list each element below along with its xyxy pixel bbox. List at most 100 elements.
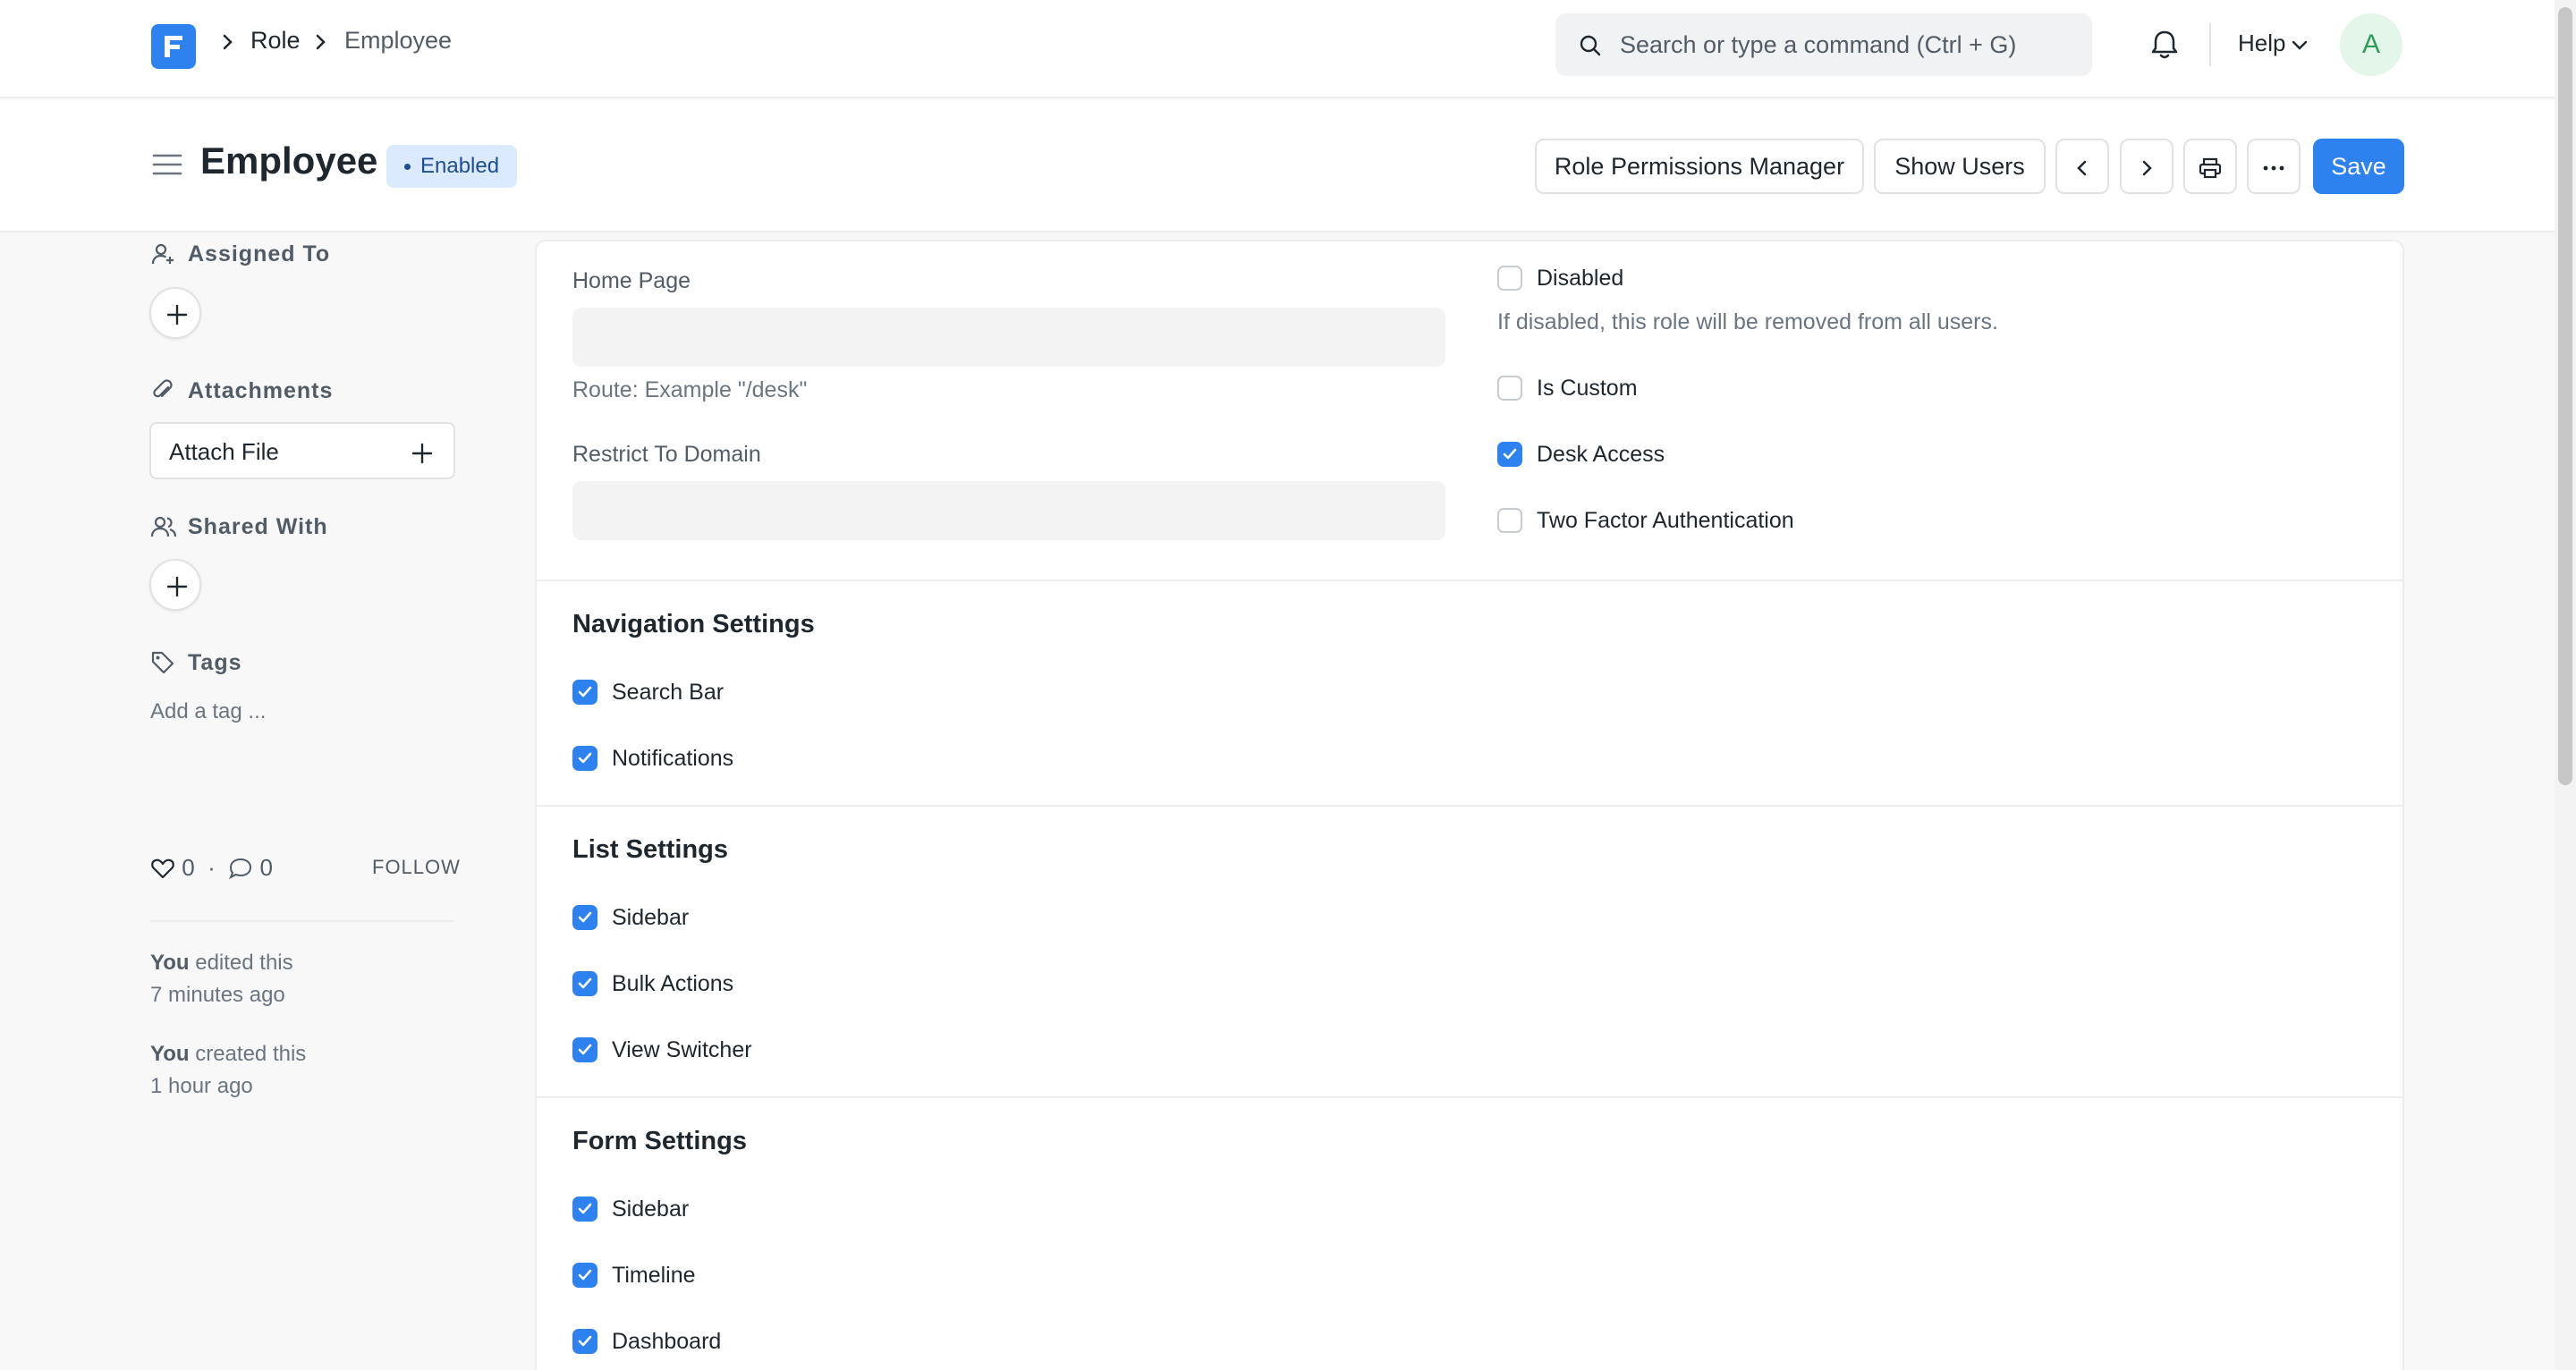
sidebar-divider	[150, 920, 454, 922]
attach-file-label: Attach File	[169, 438, 279, 465]
follow-button[interactable]: FOLLOW	[372, 856, 461, 879]
check-icon	[578, 1044, 592, 1055]
dashboard-checkbox[interactable]	[572, 1329, 597, 1354]
section-divider	[537, 805, 2402, 807]
assigned-to-label: Assigned To	[188, 241, 331, 266]
plus-icon	[166, 304, 188, 326]
disabled-checkbox[interactable]	[1497, 266, 1522, 291]
app-logo-icon[interactable]	[151, 24, 196, 69]
attach-file-button[interactable]: Attach File	[149, 422, 455, 479]
form-card: Home Page Route: Example "/desk" Restric…	[535, 240, 2404, 1370]
more-actions-button[interactable]	[2247, 139, 2301, 194]
search-icon	[1580, 35, 1601, 56]
chevron-right-icon	[2142, 160, 2152, 176]
list-sidebar-label: Sidebar	[612, 905, 690, 930]
is-custom-checkbox[interactable]	[1497, 376, 1522, 401]
section-divider	[537, 579, 2402, 581]
notifications-label: Notifications	[612, 746, 734, 771]
next-record-button[interactable]	[2120, 139, 2174, 194]
check-icon	[578, 1203, 592, 1214]
scrollbar-thumb[interactable]	[2558, 7, 2572, 785]
add-share-button[interactable]	[149, 559, 201, 611]
disabled-label: Disabled	[1537, 266, 1624, 291]
activity-action: edited this	[195, 951, 293, 975]
check-icon	[578, 911, 592, 923]
activity-time: 7 minutes ago	[150, 983, 285, 1007]
likes-comments: 0 · 0	[150, 854, 273, 882]
list-sidebar-checkbox[interactable]	[572, 905, 597, 930]
bulk-actions-checkbox[interactable]	[572, 971, 597, 996]
tags-label: Tags	[188, 650, 242, 675]
section-divider	[537, 1096, 2402, 1098]
home-page-input[interactable]	[572, 308, 1445, 367]
tag-icon	[151, 651, 174, 674]
check-icon	[578, 686, 592, 698]
activity-time: 1 hour ago	[150, 1074, 253, 1098]
save-button[interactable]: Save	[2313, 139, 2404, 194]
check-icon	[578, 1335, 592, 1347]
disabled-help: If disabled, this role will be removed f…	[1497, 309, 1998, 334]
plus-icon	[166, 576, 188, 597]
page-title: Employee	[200, 140, 378, 182]
add-tag-link[interactable]: Add a tag ...	[150, 699, 266, 724]
home-page-label: Home Page	[572, 268, 691, 293]
role-permissions-manager-button[interactable]: Role Permissions Manager	[1535, 139, 1864, 194]
attachments-label: Attachments	[188, 378, 334, 403]
bell-icon[interactable]	[2147, 27, 2182, 63]
avatar[interactable]: A	[2340, 13, 2402, 76]
is-custom-label: Is Custom	[1537, 376, 1638, 401]
ellipsis-icon	[2263, 165, 2284, 171]
previous-record-button[interactable]	[2055, 139, 2109, 194]
search-bar-checkbox[interactable]	[572, 680, 597, 705]
view-switcher-checkbox[interactable]	[572, 1037, 597, 1062]
users-icon	[150, 516, 177, 537]
chevron-left-icon	[2077, 160, 2087, 176]
chevron-right-icon	[223, 34, 233, 50]
activity-item: You edited this 7 minutes ago	[150, 947, 293, 1011]
activity-action: created this	[195, 1042, 307, 1066]
bulk-actions-label: Bulk Actions	[612, 971, 734, 996]
page-head: Employee Enabled Role Permissions Manage…	[0, 100, 2555, 233]
desk-access-checkbox[interactable]	[1497, 442, 1522, 467]
activity-user: You	[150, 951, 190, 975]
breadcrumb-role[interactable]: Role	[250, 27, 301, 55]
add-assignee-button[interactable]	[149, 287, 201, 339]
view-switcher-label: View Switcher	[612, 1037, 752, 1062]
plus-icon	[411, 443, 433, 464]
chevron-right-icon	[316, 34, 326, 50]
search-input[interactable]	[1620, 13, 2076, 76]
activity-item: You created this 1 hour ago	[150, 1038, 306, 1103]
paperclip-icon	[153, 379, 173, 398]
check-icon	[578, 1269, 592, 1281]
navbar-divider	[2209, 23, 2211, 66]
form-settings-title: Form Settings	[572, 1127, 747, 1155]
timeline-checkbox[interactable]	[572, 1263, 597, 1288]
comment-icon[interactable]	[228, 857, 253, 880]
two-factor-checkbox[interactable]	[1497, 508, 1522, 533]
breadcrumb-employee[interactable]: Employee	[344, 27, 452, 55]
user-plus-icon	[151, 243, 174, 265]
form-sidebar-checkbox[interactable]	[572, 1197, 597, 1222]
comment-count: 0	[259, 854, 273, 881]
show-users-button[interactable]: Show Users	[1874, 139, 2046, 194]
help-menu[interactable]: Help	[2238, 30, 2285, 57]
list-settings-title: List Settings	[572, 835, 729, 864]
restrict-domain-input[interactable]	[572, 481, 1445, 540]
search-bar[interactable]	[1555, 13, 2092, 76]
print-button[interactable]	[2183, 139, 2237, 194]
navigation-settings-title: Navigation Settings	[572, 610, 815, 638]
form-sidebar-label: Sidebar	[612, 1197, 690, 1222]
separator-dot: ·	[200, 854, 223, 881]
printer-icon	[2199, 157, 2222, 178]
check-icon	[578, 752, 592, 764]
desk-access-label: Desk Access	[1537, 442, 1665, 467]
timeline-label: Timeline	[612, 1263, 696, 1288]
heart-icon[interactable]	[150, 857, 175, 880]
dashboard-label: Dashboard	[612, 1329, 722, 1354]
home-page-help: Route: Example "/desk"	[572, 377, 808, 402]
restrict-domain-label: Restrict To Domain	[572, 442, 761, 467]
check-icon	[1503, 448, 1517, 460]
notifications-checkbox[interactable]	[572, 746, 597, 771]
hamburger-icon[interactable]	[152, 152, 182, 177]
chevron-down-icon[interactable]	[2290, 36, 2309, 55]
